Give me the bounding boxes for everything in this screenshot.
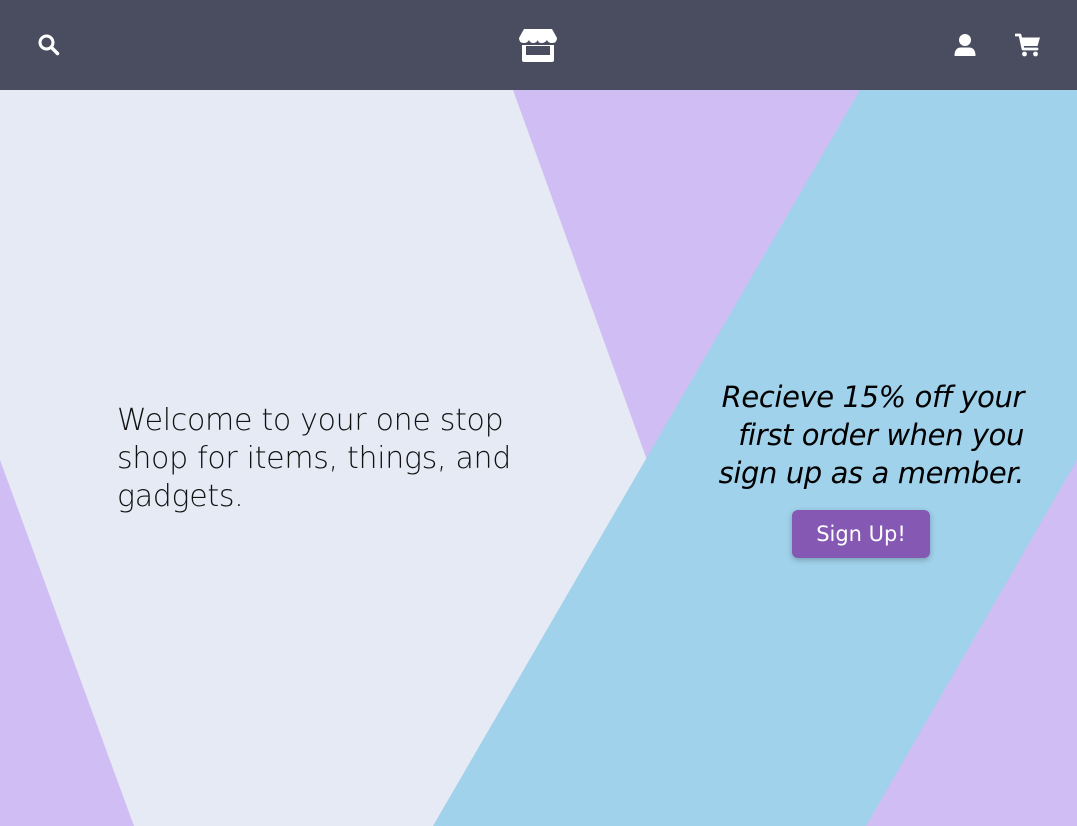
search-icon[interactable] [36, 32, 62, 58]
cart-icon[interactable] [1014, 32, 1042, 58]
sign-up-button[interactable]: Sign Up! [792, 510, 930, 558]
user-icon[interactable] [952, 32, 978, 58]
welcome-text: Welcome to your one stop shop for items,… [117, 403, 512, 514]
promo-text: Recieve 15% off your first order when yo… [718, 380, 1025, 490]
store-icon[interactable] [516, 26, 560, 64]
hero-section: Welcome to your one stop shop for items,… [0, 90, 1077, 826]
top-navbar [0, 0, 1077, 90]
